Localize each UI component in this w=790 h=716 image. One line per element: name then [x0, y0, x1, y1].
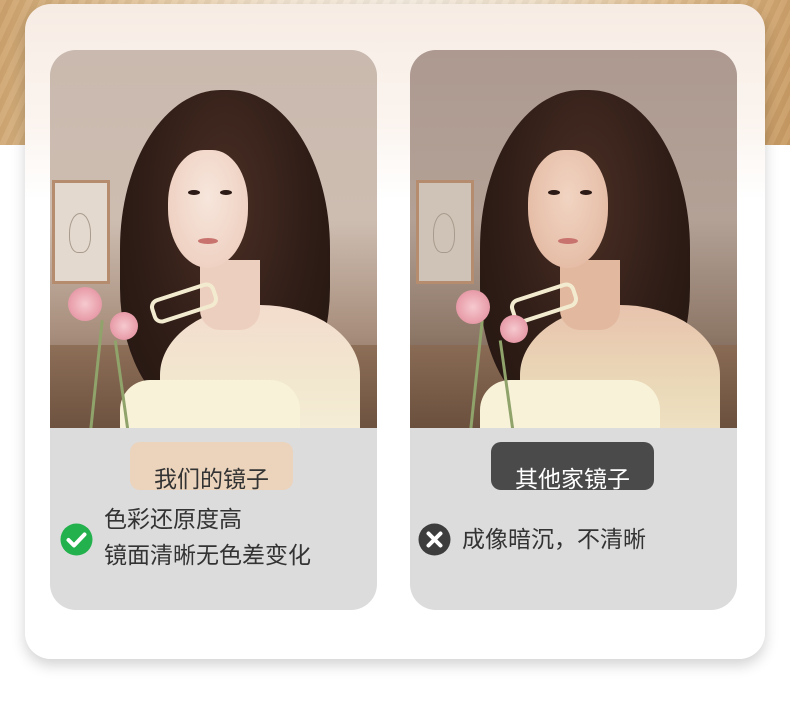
our-mirror-description: 色彩还原度高 镜面清晰无色差变化 [104, 502, 311, 574]
our-mirror-label: 我们的镜子 [130, 442, 293, 490]
wall-frame [416, 180, 474, 284]
face [528, 150, 608, 268]
eye [188, 190, 200, 195]
mirror-comparison-page: 我们的镜子 色彩还原度高 镜面清晰无色差变化 其他家镜子 成像暗沉，不清晰 [0, 0, 790, 716]
flower [500, 315, 528, 343]
other-mirror-label: 其他家镜子 [491, 442, 654, 490]
flower [110, 312, 138, 340]
description-line: 镜面清晰无色差变化 [104, 543, 311, 569]
flower [456, 290, 490, 324]
our-mirror-photo [50, 50, 377, 428]
other-mirror-photo [410, 50, 737, 428]
eye [548, 190, 560, 195]
lips [198, 238, 218, 244]
other-mirror-description: 成像暗沉，不清晰 [462, 522, 646, 558]
flower [68, 287, 102, 321]
wall-frame [52, 180, 110, 284]
description-line: 色彩还原度高 [104, 507, 242, 533]
check-circle-icon [60, 523, 93, 556]
face [168, 150, 248, 268]
x-circle-icon [418, 523, 451, 556]
dress [120, 380, 300, 428]
our-mirror-panel: 我们的镜子 色彩还原度高 镜面清晰无色差变化 [50, 50, 377, 610]
other-mirror-panel: 其他家镜子 成像暗沉，不清晰 [410, 50, 737, 610]
eye [580, 190, 592, 195]
description-line: 成像暗沉，不清晰 [462, 527, 646, 553]
lips [558, 238, 578, 244]
eye [220, 190, 232, 195]
